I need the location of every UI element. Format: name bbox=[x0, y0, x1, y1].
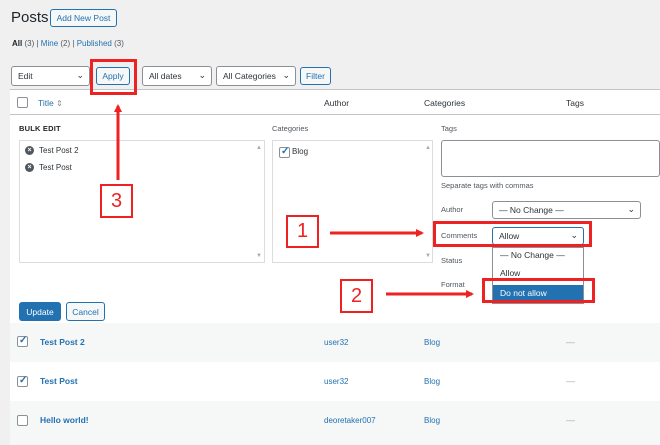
annotation-arrows bbox=[114, 104, 474, 298]
